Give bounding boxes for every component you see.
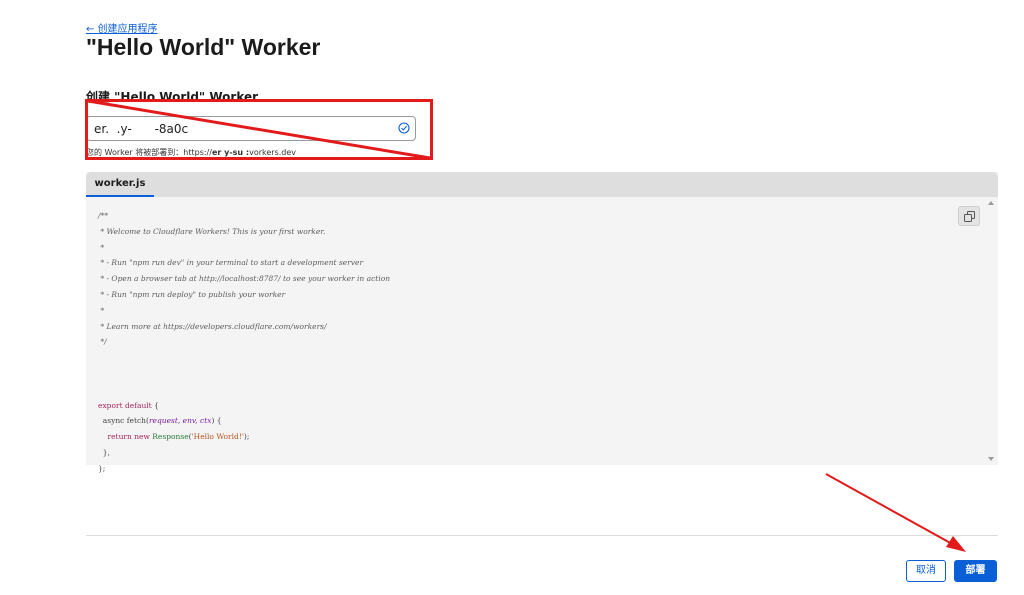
code-params: request, env, ctx: [148, 416, 212, 426]
code-keyword-return: return new: [98, 432, 153, 442]
annotation-arrowhead: [946, 536, 966, 552]
copy-icon: [964, 211, 975, 222]
code-editor[interactable]: worker.js /** * Welcome to Cloudflare Wo…: [86, 172, 998, 473]
deploy-url-suffix: vorkers.dev: [249, 148, 297, 157]
deploy-url-preview: 您的 Worker 将被部署到：https://er y-su :vorkers…: [86, 147, 296, 158]
code-comment-block: /** * Welcome to Cloudflare Workers! Thi…: [98, 211, 391, 347]
back-link-create-application[interactable]: ← 创建应用程序: [86, 20, 158, 35]
code-type-response: Response: [152, 432, 189, 442]
code-text: };: [98, 463, 106, 473]
deploy-button[interactable]: 部署: [954, 560, 997, 582]
tab-worker-js[interactable]: worker.js: [86, 172, 154, 197]
footer-divider: [86, 535, 998, 536]
code-content[interactable]: /** * Welcome to Cloudflare Workers! Thi…: [98, 208, 390, 477]
code-text: {: [151, 400, 159, 410]
code-string: 'Hello World!': [191, 432, 244, 442]
code-text: async fetch(: [98, 416, 149, 426]
code-text: ) {: [211, 416, 222, 426]
code-text: );: [243, 432, 250, 442]
editor-tab-bar: worker.js: [86, 172, 998, 197]
deploy-url-prefix: 您的 Worker 将被部署到：https://: [86, 148, 212, 157]
check-circle-icon: [398, 122, 410, 134]
scroll-up-icon[interactable]: [986, 198, 996, 208]
cancel-button[interactable]: 取消: [906, 560, 946, 582]
copy-code-button[interactable]: [958, 206, 980, 226]
section-label: 创建 "Hello World" Worker: [86, 90, 259, 104]
scroll-down-icon[interactable]: [986, 454, 996, 464]
worker-name-input[interactable]: [86, 116, 416, 141]
deploy-url-host: er y-su :: [211, 148, 250, 157]
page-title: "Hello World" Worker: [86, 34, 321, 60]
code-text: },: [98, 447, 110, 457]
code-keyword-export: export default: [98, 400, 152, 410]
